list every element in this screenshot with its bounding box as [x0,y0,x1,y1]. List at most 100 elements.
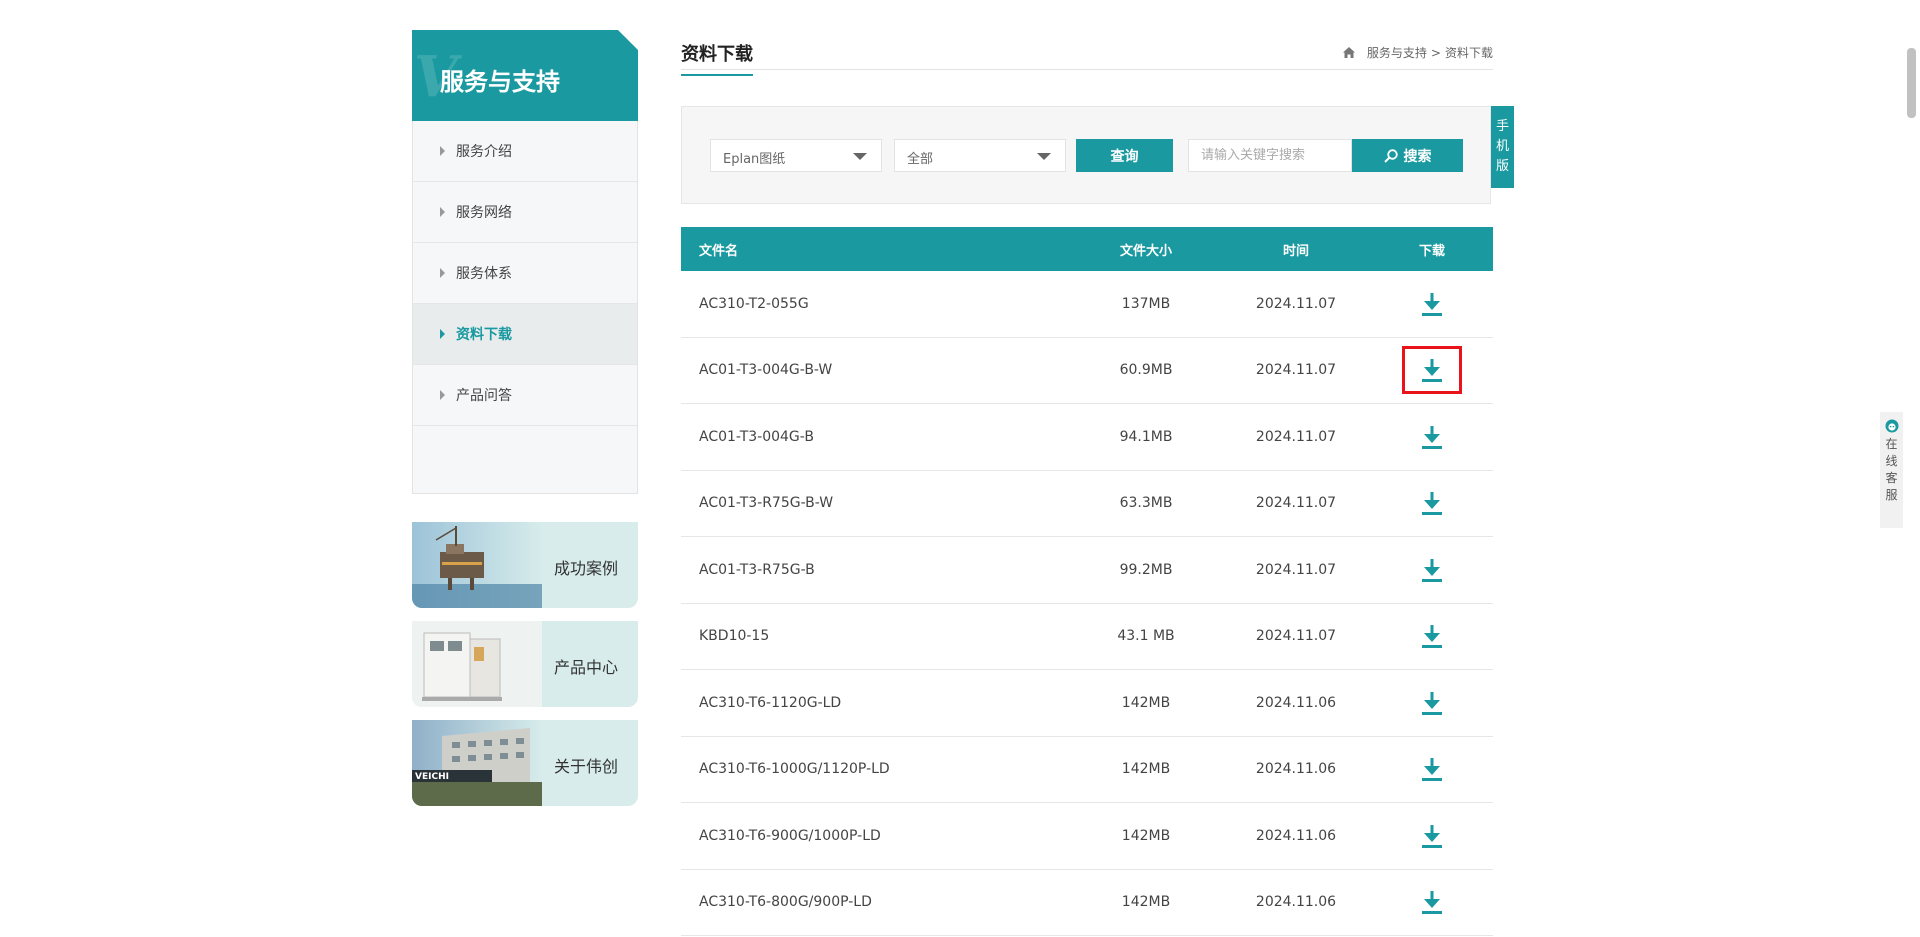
sidebar-title: 服务与支持 [440,68,560,96]
mobile-version-tab[interactable]: 手 机 版 [1491,106,1514,188]
scrollbar-thumb[interactable] [1907,48,1916,118]
file-size: 99.2MB [1119,561,1173,578]
download-icon [1421,291,1443,317]
category-select-value: Eplan图纸 [723,152,786,167]
promo-about-veichi[interactable]: VEICHI 关于伟创 [412,720,638,806]
page-scrollbar[interactable] [1903,0,1920,937]
sidebar-item-service-system[interactable]: 服务体系 [413,243,637,304]
download-button[interactable] [1402,679,1462,727]
download-icon [1421,357,1443,383]
download-cell [1371,546,1493,594]
online-service-char: 服 [1885,488,1898,502]
table-row: AC310-T6-900G/1000P-LD 142MB 2024.11.06 [681,803,1493,870]
download-cell [1371,346,1493,395]
file-date: 2024.11.06 [1255,827,1337,844]
file-date: 2024.11.07 [1255,295,1337,312]
column-header-download: 下载 [1418,243,1445,259]
table-row: KBD10-15 43.1 MB 2024.11.07 [681,604,1493,670]
promo-product-center[interactable]: 产品中心 [412,621,638,707]
home-icon[interactable] [1342,47,1355,58]
chevron-down-icon [1037,153,1051,160]
sidebar-item-product-faq[interactable]: 产品问答 [413,365,637,426]
promo-label: 成功案例 [553,559,618,578]
download-icon [1421,823,1443,849]
column-header-filename: 文件名 [699,243,739,259]
file-name: AC310-T2-055G [699,295,809,312]
query-button[interactable]: 查询 [1076,139,1173,172]
file-date: 2024.11.07 [1255,628,1337,645]
table-row: AC01-T3-R75G-B 99.2MB 2024.11.07 [681,537,1493,604]
download-icon [1421,424,1443,450]
type-select-value: 全部 [907,152,934,167]
promo-label: 产品中心 [553,658,618,677]
download-cell [1371,612,1493,660]
filter-bar: Eplan图纸 全部 查询 搜索 [681,106,1491,204]
download-button[interactable] [1402,878,1462,926]
file-size: 137MB [1121,295,1171,312]
sidebar-item-downloads[interactable]: 资料下载 [413,304,637,365]
table-row: AC01-T3-004G-B 94.1MB 2024.11.07 [681,404,1493,471]
download-button[interactable] [1402,413,1462,461]
file-date: 2024.11.07 [1255,428,1337,445]
table-row: AC310-T6-1000G/1120P-LD 142MB 2024.11.06 [681,737,1493,803]
breadcrumb-link-service-support[interactable]: 服务与支持 [1367,44,1427,61]
mobile-tab-char: 版 [1495,159,1509,174]
svg-text:VEICHI: VEICHI [415,772,449,782]
caret-right-icon [440,207,445,217]
file-date: 2024.11.07 [1255,561,1337,578]
download-button[interactable] [1402,812,1462,860]
file-size: 142MB [1121,827,1171,844]
download-button[interactable] [1402,745,1462,793]
sidebar: V 服务与支持 服务介绍 服务网络 服务体系 资料下载 产品问答 [412,30,638,494]
file-size: 142MB [1121,894,1171,911]
caret-right-icon [440,329,445,339]
content-header: 资料下载 服务与支持 > 资料下载 [681,30,1493,76]
sidebar-header-corner [618,30,638,50]
download-button[interactable] [1402,280,1462,328]
file-name: AC01-T3-R75G-B [699,561,815,578]
file-name: AC01-T3-004G-B-W [699,362,833,379]
type-select[interactable]: 全部 [894,139,1066,172]
file-date: 2024.11.06 [1255,761,1337,778]
file-name: AC310-T6-1120G-LD [699,694,842,711]
download-cell [1371,679,1493,727]
download-button[interactable] [1402,612,1462,660]
file-size: 142MB [1121,761,1171,778]
sidebar-item-label: 服务介绍 [456,144,512,160]
file-size: 60.9MB [1119,362,1173,379]
online-service-char: 在 [1885,437,1898,451]
search-icon [1383,148,1398,163]
download-icon [1421,889,1443,915]
sidebar-item-service-intro[interactable]: 服务介绍 [413,121,637,182]
caret-right-icon [440,390,445,400]
file-date: 2024.11.07 [1255,362,1337,379]
sidebar-item-service-network[interactable]: 服务网络 [413,182,637,243]
online-service-tab[interactable]: 在 线 客 服 [1880,412,1903,528]
breadcrumb: 服务与支持 > 资料下载 [1342,44,1493,61]
download-icon [1421,756,1443,782]
file-name: AC310-T6-800G/900P-LD [699,894,872,911]
download-button[interactable] [1402,346,1462,395]
promo-success-cases[interactable]: 成功案例 [412,522,638,608]
breadcrumb-separator: > [1430,45,1441,60]
search-button[interactable]: 搜索 [1352,139,1463,172]
download-button[interactable] [1402,546,1462,594]
sidebar-item-label: 产品问答 [456,388,512,404]
category-select[interactable]: Eplan图纸 [710,139,882,172]
online-service-char: 客 [1885,471,1898,485]
table-row: AC310-T2-055G 137MB 2024.11.07 [681,271,1493,338]
file-name: KBD10-15 [699,628,770,645]
caret-right-icon [440,268,445,278]
search-input[interactable] [1188,139,1352,172]
file-size: 94.1MB [1119,428,1173,445]
download-button[interactable] [1402,479,1462,527]
download-cell [1371,280,1493,328]
table-row: AC01-T3-004G-B-W 60.9MB 2024.11.07 [681,338,1493,404]
sidebar-menu: 服务介绍 服务网络 服务体系 资料下载 产品问答 [412,121,638,494]
company-building-image: VEICHI [412,720,542,806]
sidebar-item-label: 服务体系 [456,266,512,282]
mobile-tab-char: 机 [1495,139,1509,154]
product-cabinet-image [412,621,542,707]
file-name: AC01-T3-004G-B [699,428,814,445]
chevron-down-icon [853,153,867,160]
